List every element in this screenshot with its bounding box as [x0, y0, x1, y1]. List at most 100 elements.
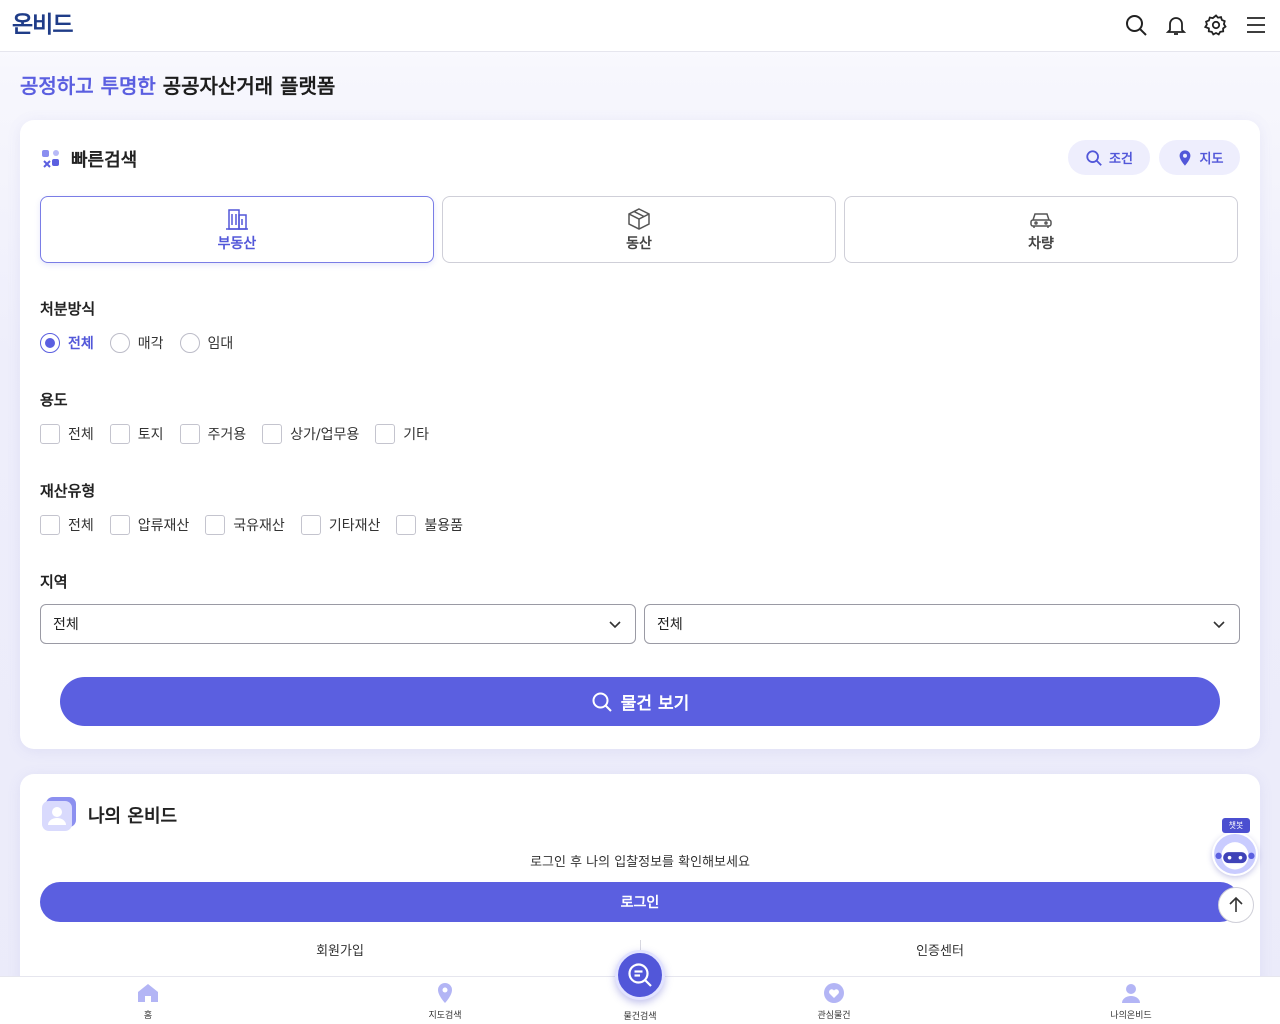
nav-map-search[interactable]: 지도검색 [395, 982, 495, 1021]
region-select-province[interactable]: 전체 [40, 604, 636, 644]
tab-vehicle[interactable]: 차량 [844, 196, 1238, 263]
checkbox-usage-other[interactable]: 기타 [375, 424, 429, 444]
tab-real-estate-label: 부동산 [217, 235, 257, 252]
menu-icon[interactable] [1244, 13, 1268, 37]
search-chat-icon [628, 963, 652, 987]
heart-icon [824, 983, 844, 1003]
certification-center-link[interactable]: 인증센터 [840, 940, 1040, 959]
signup-link[interactable]: 회원가입 [240, 940, 440, 959]
nav-home[interactable]: 홈 [98, 982, 198, 1021]
radio-disposal-sale[interactable]: 매각 [109, 333, 164, 353]
checkbox[interactable] [40, 424, 60, 444]
chatbot-avatar-icon [1212, 832, 1258, 876]
nav-my-onbid-label: 나의온비드 [1110, 1011, 1152, 1021]
radio-button[interactable] [40, 333, 60, 353]
checkbox-type-seized[interactable]: 압류재산 [109, 515, 190, 535]
scroll-to-top-button[interactable] [1218, 887, 1254, 923]
checkbox-label: 압류재산 [137, 518, 190, 534]
nav-favorites[interactable]: 관심물건 [784, 982, 884, 1021]
property-type-label: 재산유형 [40, 482, 96, 500]
tagline-accent: 공정하고 투명한 [20, 74, 156, 98]
login-label: 로그인 [620, 895, 660, 911]
tab-movable-property-label: 동산 [626, 235, 652, 252]
nav-item-search-label: 물건검색 [623, 1012, 657, 1022]
login-button[interactable]: 로그인 [40, 882, 1240, 922]
radio-button[interactable] [109, 333, 130, 353]
bell-icon[interactable] [1164, 13, 1188, 37]
checkbox-label: 국유재산 [233, 518, 285, 534]
nav-favorites-label: 관심물건 [817, 1011, 851, 1021]
user-card-icon [42, 797, 76, 831]
region-label: 지역 [40, 573, 68, 591]
checkbox[interactable] [300, 515, 321, 535]
checkbox[interactable] [179, 424, 200, 444]
checkbox-label: 토지 [137, 427, 164, 443]
disposal-method-label: 처분방식 [40, 300, 96, 318]
nav-my-onbid[interactable]: 나의온비드 [1081, 982, 1181, 1021]
home-icon [138, 984, 158, 1002]
top-header: 온비드 [0, 0, 1280, 52]
chatbot-button[interactable]: 챗봇 [1210, 818, 1260, 876]
box-icon [628, 207, 650, 230]
usage-label: 용도 [40, 391, 68, 409]
chevron-down-icon [1213, 621, 1225, 629]
condition-search-button[interactable]: 조건 [1068, 140, 1150, 175]
map-search-button[interactable]: 지도 [1159, 140, 1240, 175]
radio-disposal-all[interactable]: 전체 [40, 333, 94, 353]
checkbox[interactable] [396, 515, 417, 535]
region-select-city[interactable]: 전체 [644, 604, 1240, 644]
map-label: 지도 [1199, 152, 1224, 167]
select-value: 전체 [53, 617, 79, 633]
checkbox-usage-residential[interactable]: 주거용 [179, 424, 247, 444]
usage-options: 전체 토지 주거용 상가/업무용 기타 [40, 423, 445, 445]
checkbox-type-national[interactable]: 국유재산 [205, 515, 285, 535]
page-tagline: 공정하고 투명한 공공자산거래 플랫폼 [20, 70, 335, 99]
disposal-method-options: 전체 매각 임대 [40, 332, 249, 354]
checkbox-label: 기타 [403, 427, 430, 443]
checkbox-type-other[interactable]: 기타재산 [300, 515, 381, 535]
radio-label: 전체 [68, 336, 94, 352]
checkbox-label: 상가/업무용 [290, 427, 360, 443]
search-icon[interactable] [1124, 13, 1148, 37]
my-onbid-title: 나의 온비드 [88, 806, 178, 827]
checkbox[interactable] [205, 515, 226, 535]
chevron-down-icon [609, 621, 621, 629]
radio-label: 매각 [137, 336, 164, 352]
radio-label: 임대 [207, 336, 234, 352]
view-items-button[interactable]: 물건 보기 [60, 677, 1220, 726]
radio-button[interactable] [179, 333, 200, 353]
gear-icon[interactable] [1203, 13, 1228, 37]
checkbox-usage-all[interactable]: 전체 [40, 424, 94, 444]
building-icon [226, 208, 248, 230]
nav-home-label: 홈 [143, 1011, 153, 1021]
checkbox[interactable] [109, 515, 130, 535]
checkbox-label: 전체 [68, 427, 94, 443]
checkbox[interactable] [40, 515, 60, 535]
checkbox[interactable] [375, 424, 396, 444]
chatbot-tag: 챗봇 [1222, 818, 1250, 833]
checkbox-label: 주거용 [207, 427, 247, 443]
select-value: 전체 [657, 617, 683, 633]
search-icon [592, 692, 612, 712]
nav-map-search-label: 지도검색 [428, 1011, 462, 1021]
checkbox-type-surplus[interactable]: 불용품 [396, 515, 463, 535]
quick-search-title: 빠른검색 [71, 150, 138, 171]
radio-disposal-lease[interactable]: 임대 [179, 333, 234, 353]
property-type-options: 전체 압류재산 국유재산 기타재산 불용품 [40, 514, 479, 536]
map-pin-icon [1179, 149, 1190, 166]
tab-movable-property[interactable]: 동산 [442, 196, 836, 263]
checkbox-label: 불용품 [424, 518, 463, 534]
tab-real-estate[interactable]: 부동산 [40, 196, 434, 263]
checkbox[interactable] [262, 424, 283, 444]
checkbox-usage-land[interactable]: 토지 [109, 424, 164, 444]
quick-search-icon [42, 150, 59, 168]
nav-item-search-button[interactable] [615, 950, 665, 1000]
login-prompt-message: 로그인 후 나의 입찰정보를 확인해보세요 [530, 855, 750, 870]
checkbox-type-all[interactable]: 전체 [40, 515, 94, 535]
checkbox-usage-commercial[interactable]: 상가/업무용 [262, 424, 359, 444]
onbid-logo[interactable]: 온비드 [12, 8, 73, 42]
checkbox-label: 기타재산 [328, 518, 381, 534]
view-items-label: 물건 보기 [620, 694, 690, 714]
checkbox[interactable] [109, 424, 130, 444]
arrow-up-icon [1229, 896, 1243, 912]
